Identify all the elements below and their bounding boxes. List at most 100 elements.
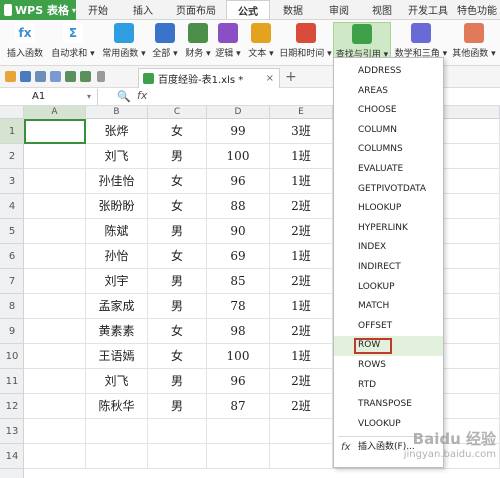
save-icon[interactable]	[20, 71, 31, 82]
cell-D10[interactable]: 100	[207, 344, 270, 369]
row-header-6[interactable]: 6	[0, 244, 24, 269]
cell-E2[interactable]: 1班	[270, 144, 333, 169]
row-header-8[interactable]: 8	[0, 294, 24, 319]
cell-B9[interactable]: 黄素素	[86, 319, 148, 344]
menu-tab-6[interactable]: 视图	[362, 0, 402, 19]
menu-tab-4[interactable]: 数据	[270, 0, 316, 19]
menu-tab-7[interactable]: 开发工具	[402, 0, 454, 19]
menu-tab-5[interactable]: 审阅	[316, 0, 362, 19]
column-header-A[interactable]: A	[24, 106, 86, 119]
cell-E12[interactable]: 2班	[270, 394, 333, 419]
menu-tab-1[interactable]: 插入	[120, 0, 166, 19]
function-item-transpose[interactable]: TRANSPOSE	[334, 395, 443, 415]
cell-B12[interactable]: 陈秋华	[86, 394, 148, 419]
column-header-B[interactable]: B	[86, 106, 148, 119]
row-header-12[interactable]: 12	[0, 394, 24, 419]
cell-B2[interactable]: 刘飞	[86, 144, 148, 169]
print-preview-icon[interactable]	[50, 71, 61, 82]
function-item-indirect[interactable]: INDIRECT	[334, 258, 443, 278]
ribbon-button-7[interactable]: 日期和时间 ▾	[278, 22, 333, 64]
cell-B8[interactable]: 孟家成	[86, 294, 148, 319]
redo-icon[interactable]	[80, 71, 91, 82]
cell-A1[interactable]	[24, 119, 86, 144]
row-header-13[interactable]: 13	[0, 419, 24, 444]
menu-tab-2[interactable]: 页面布局	[166, 0, 226, 19]
function-item-evaluate[interactable]: EVALUATE	[334, 160, 443, 180]
cell-A13[interactable]	[24, 419, 86, 444]
cell-B14[interactable]	[86, 444, 148, 469]
cell-C14[interactable]	[148, 444, 207, 469]
function-item-columns[interactable]: COLUMNS	[334, 140, 443, 160]
ribbon-button-1[interactable]: Σ 自动求和 ▾	[48, 22, 98, 64]
row-header-7[interactable]: 7	[0, 269, 24, 294]
row-header-14[interactable]: 14	[0, 444, 24, 469]
cell-C12[interactable]: 男	[148, 394, 207, 419]
row-header-4[interactable]: 4	[0, 194, 24, 219]
name-box[interactable]: A1 ▾	[0, 89, 98, 105]
row-header-9[interactable]: 9	[0, 319, 24, 344]
menu-tab-0[interactable]: 开始	[76, 0, 120, 19]
menu-tab-8[interactable]: 特色功能	[454, 0, 500, 19]
cell-C4[interactable]: 女	[148, 194, 207, 219]
function-item-hlookup[interactable]: HLOOKUP	[334, 199, 443, 219]
cell-E4[interactable]: 2班	[270, 194, 333, 219]
function-item-hyperlink[interactable]: HYPERLINK	[334, 219, 443, 239]
cell-D8[interactable]: 78	[207, 294, 270, 319]
column-header-C[interactable]: C	[148, 106, 207, 119]
cell-A7[interactable]	[24, 269, 86, 294]
cell-B11[interactable]: 刘飞	[86, 369, 148, 394]
cell-C6[interactable]: 女	[148, 244, 207, 269]
function-item-getpivotdata[interactable]: GETPIVOTDATA	[334, 180, 443, 200]
cell-A14[interactable]	[24, 444, 86, 469]
cell-A2[interactable]	[24, 144, 86, 169]
cell-B13[interactable]	[86, 419, 148, 444]
print-icon[interactable]	[35, 71, 46, 82]
fx-icon[interactable]: fx	[137, 89, 147, 102]
cell-B1[interactable]: 张烨	[86, 119, 148, 144]
function-item-choose[interactable]: CHOOSE	[334, 101, 443, 121]
cell-D6[interactable]: 69	[207, 244, 270, 269]
function-item-match[interactable]: MATCH	[334, 297, 443, 317]
ribbon-button-6[interactable]: 文本 ▾	[244, 22, 278, 64]
cell-B5[interactable]: 陈斌	[86, 219, 148, 244]
file-tab[interactable]: 百度经验-表1.xls * ×	[138, 68, 280, 88]
cell-D13[interactable]	[207, 419, 270, 444]
function-item-row[interactable]: ROW	[334, 336, 443, 356]
function-item-offset[interactable]: OFFSET	[334, 317, 443, 337]
cell-D4[interactable]: 88	[207, 194, 270, 219]
cell-A12[interactable]	[24, 394, 86, 419]
cell-C5[interactable]: 男	[148, 219, 207, 244]
ribbon-button-3[interactable]: 全部 ▾	[148, 22, 182, 64]
function-item-column[interactable]: COLUMN	[334, 121, 443, 141]
close-tab-icon[interactable]: ×	[266, 73, 274, 84]
cell-C1[interactable]: 女	[148, 119, 207, 144]
ribbon-button-10[interactable]: 其他函数 ▾	[450, 22, 498, 64]
cell-D3[interactable]: 96	[207, 169, 270, 194]
cell-E6[interactable]: 1班	[270, 244, 333, 269]
ribbon-button-4[interactable]: 财务 ▾	[183, 22, 213, 64]
row-header-10[interactable]: 10	[0, 344, 24, 369]
cell-D1[interactable]: 99	[207, 119, 270, 144]
cell-A9[interactable]	[24, 319, 86, 344]
cell-B4[interactable]: 张盼盼	[86, 194, 148, 219]
cell-A8[interactable]	[24, 294, 86, 319]
function-item-index[interactable]: INDEX	[334, 238, 443, 258]
cell-E14[interactable]	[270, 444, 333, 469]
customize-toolbar-icon[interactable]	[97, 71, 105, 82]
cell-D12[interactable]: 87	[207, 394, 270, 419]
cell-C8[interactable]: 男	[148, 294, 207, 319]
row-header-2[interactable]: 2	[0, 144, 24, 169]
cell-A3[interactable]	[24, 169, 86, 194]
column-header-E[interactable]: E	[270, 106, 333, 119]
cell-C11[interactable]: 男	[148, 369, 207, 394]
cell-A5[interactable]	[24, 219, 86, 244]
column-header-D[interactable]: D	[207, 106, 270, 119]
cell-E10[interactable]: 1班	[270, 344, 333, 369]
chevron-down-icon[interactable]: ▾	[87, 89, 91, 105]
cell-E8[interactable]: 1班	[270, 294, 333, 319]
cell-E1[interactable]: 3班	[270, 119, 333, 144]
cell-A6[interactable]	[24, 244, 86, 269]
cell-E3[interactable]: 1班	[270, 169, 333, 194]
row-header-1[interactable]: 1	[0, 119, 24, 144]
cell-C9[interactable]: 女	[148, 319, 207, 344]
